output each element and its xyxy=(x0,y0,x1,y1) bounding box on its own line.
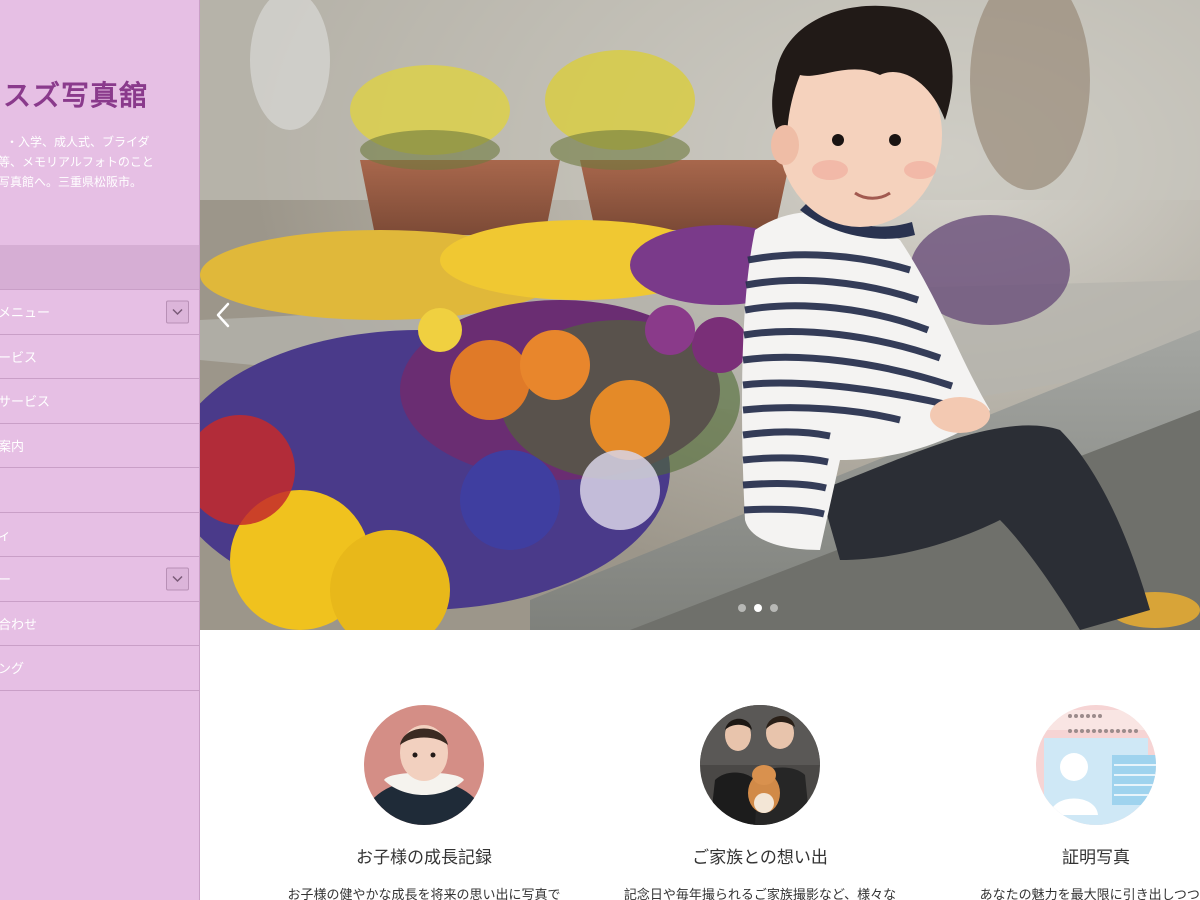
slider-prev-button[interactable] xyxy=(212,300,236,330)
id-card-icon[interactable] xyxy=(1036,705,1156,825)
nav-item-label: ービス xyxy=(0,350,38,366)
slider-dot-1[interactable] xyxy=(738,604,746,612)
nav-item-menu[interactable]: メニュー xyxy=(0,290,199,335)
service-card-id-photo[interactable]: 証明写真 あなたの魅力を最大限に引き出しつつ、 xyxy=(928,630,1200,900)
nav-item-label: ィ xyxy=(0,525,11,544)
nav-item-label: ー xyxy=(0,569,11,588)
service-card-kids[interactable]: お子様の成長記録 お子様の健やかな成長を将来の思い出に写真で xyxy=(256,630,592,900)
service-text: 記念日や毎年撮られるご家族撮影など、様々な xyxy=(623,888,897,900)
family-portrait-icon[interactable] xyxy=(700,705,820,825)
service-title[interactable]: 証明写真 xyxy=(928,843,1200,868)
sidebar-nav: メニュー ービス サービス 案内 ィ ー xyxy=(0,245,199,691)
chevron-down-icon[interactable] xyxy=(166,567,189,591)
hero-slider[interactable] xyxy=(200,0,1200,630)
nav-item-contact[interactable]: 合わせ xyxy=(0,602,199,646)
chevron-left-icon[interactable] xyxy=(212,300,236,330)
tagline-line-3: 写真館へ。三重県松阪市。 xyxy=(0,175,143,189)
nav-item-gallery[interactable]: ィ xyxy=(0,513,199,557)
hero-photo xyxy=(200,0,1200,630)
service-text: お子様の健やかな成長を将来の思い出に写真で xyxy=(287,888,561,900)
nav-item-service-2[interactable]: サービス xyxy=(0,379,199,424)
site-tagline: ・入学、成人式、ブライダ 等、メモリアルフォトのこと 写真館へ。三重県松阪市。 xyxy=(0,132,199,192)
nav-item-dropdown[interactable]: ー xyxy=(0,557,199,602)
nav-item-label: 合わせ xyxy=(0,617,38,633)
nav-item-label: 案内 xyxy=(0,439,25,455)
service-text: あなたの魅力を最大限に引き出しつつ、 xyxy=(979,888,1200,900)
tagline-line-2: 等、メモリアルフォトのこと xyxy=(0,155,154,169)
nav-header-bar xyxy=(0,245,199,290)
service-title[interactable]: ご家族との想い出 xyxy=(592,843,928,868)
chevron-down-icon[interactable] xyxy=(166,300,189,324)
sidebar: ミスズ写真舘 ・入学、成人式、ブライダ 等、メモリアルフォトのこと 写真館へ。三… xyxy=(0,0,200,900)
site-logo-text[interactable]: ミスズ写真舘 xyxy=(0,79,148,112)
nav-item-service-1[interactable]: ービス xyxy=(0,335,199,379)
nav-item-label: メニュー xyxy=(0,306,51,322)
baby-portrait-icon[interactable] xyxy=(364,705,484,825)
service-title[interactable]: お子様の成長記録 xyxy=(256,843,592,868)
tagline-line-1: ・入学、成人式、ブライダ xyxy=(6,135,150,149)
nav-item-label: サービス xyxy=(0,395,51,411)
page: ミスズ写真舘 ・入学、成人式、ブライダ 等、メモリアルフォトのこと 写真館へ。三… xyxy=(0,0,1200,900)
nav-item-guide[interactable]: 案内 xyxy=(0,424,199,468)
site-logo[interactable]: ミスズ写真舘 xyxy=(0,74,199,114)
services-section: お子様の成長記録 お子様の健やかな成長を将来の思い出に写真で ご家族との想い出 … xyxy=(200,630,1200,900)
nav-item-label: ング xyxy=(0,662,25,678)
slider-dot-3[interactable] xyxy=(770,604,778,612)
nav-item-blank[interactable] xyxy=(0,468,199,513)
slider-dot-2[interactable] xyxy=(754,604,762,612)
service-card-family[interactable]: ご家族との想い出 記念日や毎年撮られるご家族撮影など、様々な xyxy=(592,630,928,900)
nav-item-last[interactable]: ング xyxy=(0,646,199,691)
slider-dots xyxy=(738,604,778,612)
